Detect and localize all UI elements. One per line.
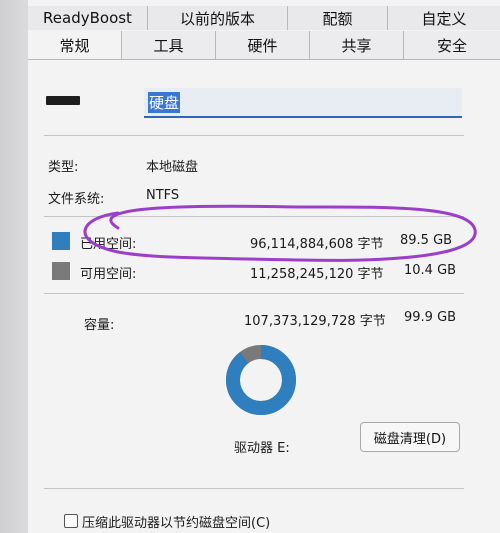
disk-cleanup-button[interactable]: 磁盘清理(D) [360, 422, 460, 452]
free-space-label: 可用空间: [80, 267, 137, 282]
used-space-bytes: 96,114,884,608 字节 [250, 237, 384, 252]
drive-name-field[interactable]: 硬盘 [144, 88, 462, 118]
tab-general[interactable]: 常规 [28, 31, 122, 59]
compress-checkbox[interactable] [64, 514, 78, 528]
separator [44, 135, 464, 136]
used-space-label: 已用空间: [80, 237, 137, 252]
drive-name-text: 硬盘 [148, 91, 181, 113]
used-space-size: 89.5 GB [400, 233, 453, 248]
tab-row-top: ReadyBoost 以前的版本 配额 自定义 [28, 6, 500, 30]
free-space-size: 10.4 GB [404, 263, 457, 278]
tab-sharing[interactable]: 共享 [310, 31, 404, 59]
capacity-bytes: 107,373,129,728 字节 [244, 314, 386, 329]
general-tab-panel: 硬盘 类型: 本地磁盘 文件系统: NTFS 已用空间: 96,114,884,… [28, 60, 500, 533]
separator [44, 293, 464, 294]
capacity-label: 容量: [84, 318, 115, 333]
capacity-size: 99.9 GB [404, 310, 457, 325]
filesystem-value: NTFS [146, 188, 180, 203]
free-space-bytes: 11,258,245,120 字节 [250, 267, 384, 282]
ring-used-segment [226, 345, 296, 415]
type-value: 本地磁盘 [146, 160, 199, 175]
tab-readyboost[interactable]: ReadyBoost [28, 6, 148, 30]
type-label: 类型: [48, 160, 79, 175]
free-space-swatch [52, 262, 70, 280]
background-strip [0, 0, 30, 533]
tab-tools[interactable]: 工具 [122, 31, 216, 59]
filesystem-label: 文件系统: [48, 192, 105, 207]
drive-letter-label: 驱动器 E: [234, 441, 290, 456]
tab-previous-versions[interactable]: 以前的版本 [148, 6, 288, 30]
tab-security[interactable]: 安全 [404, 31, 500, 59]
usage-ring-chart [226, 345, 296, 415]
tab-customize[interactable]: 自定义 [388, 6, 500, 30]
drive-icon [46, 96, 80, 105]
tab-row-bottom: 常规 工具 硬件 共享 安全 [28, 31, 500, 60]
tab-quota[interactable]: 配额 [288, 6, 388, 30]
used-space-swatch [52, 232, 70, 250]
tab-hardware[interactable]: 硬件 [216, 31, 310, 59]
separator [44, 216, 464, 217]
compress-label: 压缩此驱动器以节约磁盘空间(C) [82, 516, 271, 531]
separator [44, 488, 464, 489]
